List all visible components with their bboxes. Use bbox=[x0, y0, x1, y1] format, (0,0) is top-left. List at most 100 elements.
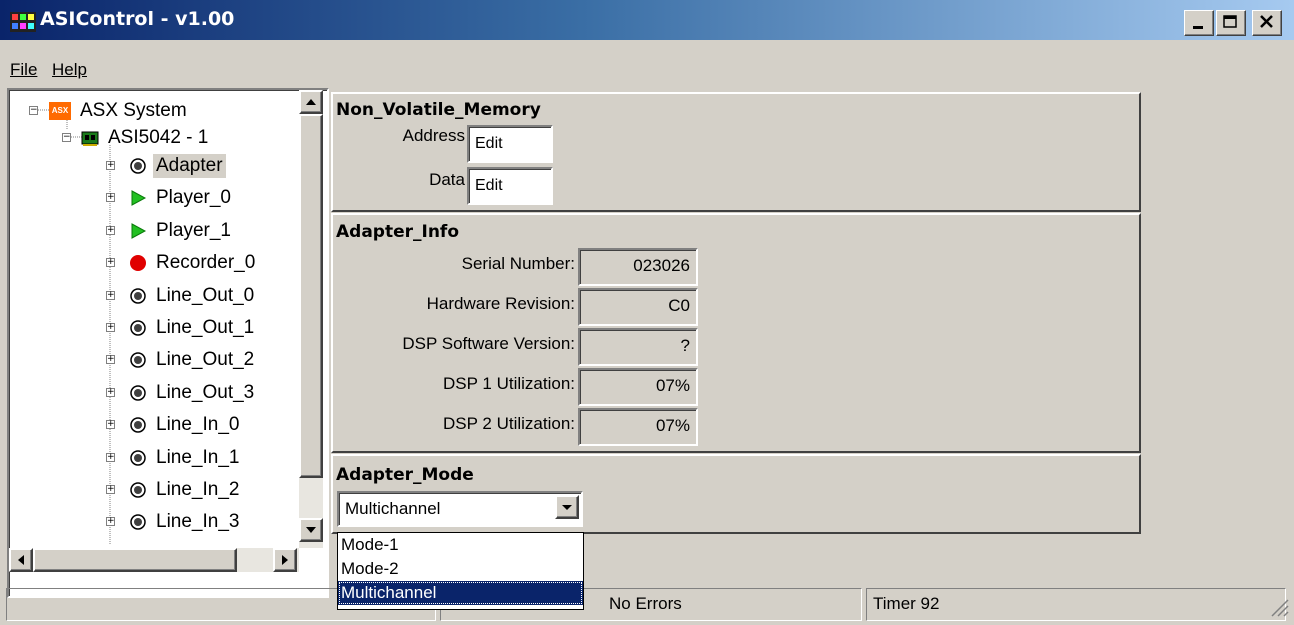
info-field-value: C0 bbox=[578, 288, 698, 326]
data-label: Data bbox=[429, 170, 465, 189]
menu-bar bbox=[0, 40, 1294, 78]
tree-node-label: Line_In_3 bbox=[156, 511, 240, 533]
tree-node-label: Line_Out_3 bbox=[156, 381, 255, 403]
tree-node-recorder_0[interactable]: Recorder_0 bbox=[129, 249, 258, 277]
expand-toggle[interactable]: + bbox=[106, 161, 115, 170]
address-field[interactable]: Edit bbox=[467, 125, 553, 163]
tree-node-line_out_0[interactable]: Line_Out_0 bbox=[129, 282, 257, 310]
circuit-board-icon bbox=[81, 131, 99, 146]
info-field-label: Serial Number: bbox=[461, 254, 575, 273]
tree-adapter[interactable]: ASI5042 - 1 bbox=[81, 124, 211, 152]
tree-node-line_in_3[interactable]: Line_In_3 bbox=[129, 508, 242, 536]
info-field-label: Hardware Revision: bbox=[426, 294, 575, 313]
tree-node-label: Line_In_1 bbox=[156, 446, 240, 468]
dropdown-option[interactable]: Mode-1 bbox=[338, 533, 583, 557]
play-icon bbox=[131, 190, 147, 207]
scroll-up-button[interactable] bbox=[299, 90, 323, 114]
scroll-left-button[interactable] bbox=[9, 548, 33, 572]
address-label: Address bbox=[402, 126, 465, 145]
expand-toggle[interactable]: + bbox=[106, 323, 115, 332]
info-field-label: DSP Software Version: bbox=[402, 334, 575, 353]
tree-node-label: Adapter bbox=[153, 154, 226, 178]
arrow-right-icon bbox=[282, 555, 288, 565]
expand-toggle[interactable]: + bbox=[106, 485, 115, 494]
tree-node-line_out_3[interactable]: Line_Out_3 bbox=[129, 379, 257, 407]
info-field-label: DSP 2 Utilization: bbox=[443, 414, 575, 433]
tree-node-line_in_1[interactable]: Line_In_1 bbox=[129, 444, 242, 472]
close-icon bbox=[1260, 15, 1273, 28]
menu-file[interactable]: File bbox=[10, 60, 37, 80]
window-title: ASIControl - v1.00 bbox=[40, 8, 235, 30]
minimize-icon bbox=[1193, 26, 1203, 29]
expand-toggle[interactable]: + bbox=[106, 517, 115, 527]
adapter-mode-title: Adapter_Mode bbox=[336, 465, 474, 485]
tree-root-label: ASX System bbox=[80, 100, 187, 121]
minimize-button[interactable] bbox=[1184, 10, 1214, 36]
chevron-down-icon bbox=[562, 505, 572, 510]
gear-icon bbox=[130, 482, 146, 498]
menu-help[interactable]: Help bbox=[52, 60, 87, 80]
tree-node-line_in_2[interactable]: Line_In_2 bbox=[129, 476, 242, 504]
collapse-toggle[interactable]: − bbox=[62, 133, 71, 142]
adapter-mode-dropdown-list: Mode-1 Mode-2 Multichannel bbox=[337, 532, 584, 610]
record-icon bbox=[130, 255, 146, 272]
gear-icon bbox=[130, 417, 146, 433]
gear-icon bbox=[130, 514, 146, 531]
resize-grip-icon[interactable] bbox=[1268, 596, 1290, 618]
info-field-value: 07% bbox=[578, 368, 698, 406]
expand-toggle[interactable]: + bbox=[106, 225, 115, 235]
asx-icon: ASX bbox=[49, 102, 71, 120]
hscroll-thumb[interactable] bbox=[33, 548, 237, 572]
nvm-title: Non_Volatile_Memory bbox=[336, 100, 541, 120]
tree-node-line_out_2[interactable]: Line_Out_2 bbox=[129, 346, 257, 374]
expand-toggle[interactable]: + bbox=[106, 258, 115, 268]
info-field-value: 07% bbox=[578, 408, 698, 446]
tree-node-line_in_0[interactable]: Line_In_0 bbox=[129, 411, 242, 439]
tree-adapter-label: ASI5042 - 1 bbox=[108, 127, 209, 148]
tree-root[interactable]: ASX ASX System bbox=[49, 97, 190, 125]
gear-icon bbox=[130, 158, 146, 174]
tree-vscrollbar[interactable] bbox=[299, 90, 323, 548]
status-timer: Timer 92 bbox=[866, 588, 1286, 621]
gear-icon bbox=[130, 385, 146, 401]
info-field-label: DSP 1 Utilization: bbox=[443, 374, 575, 393]
gear-icon bbox=[130, 449, 146, 466]
tree-node-label: Line_In_2 bbox=[156, 479, 240, 500]
tree-view[interactable]: − ASX ASX System − ASI5042 - 1 + Adapter +… bbox=[7, 88, 329, 598]
dropdown-option[interactable]: Mode-2 bbox=[338, 557, 583, 581]
tree-node-player_1[interactable]: Player_1 bbox=[129, 217, 234, 245]
scroll-thumb[interactable] bbox=[299, 114, 323, 478]
tree-node-adapter[interactable]: Adapter bbox=[129, 152, 226, 180]
tree-node-label: Line_Out_1 bbox=[156, 317, 255, 338]
tree-node-label: Line_Out_2 bbox=[156, 349, 255, 371]
expand-toggle[interactable]: + bbox=[106, 290, 115, 300]
arrow-left-icon bbox=[18, 555, 24, 565]
close-button[interactable] bbox=[1252, 10, 1282, 36]
scroll-right-button[interactable] bbox=[273, 548, 297, 572]
expand-toggle[interactable]: + bbox=[106, 420, 115, 430]
maximize-icon bbox=[1223, 15, 1237, 28]
arrow-up-icon bbox=[306, 99, 316, 105]
tree-node-line_out_1[interactable]: Line_Out_1 bbox=[129, 314, 257, 342]
tree-hscrollbar[interactable] bbox=[9, 548, 299, 572]
expand-toggle[interactable]: + bbox=[106, 355, 115, 365]
expand-toggle[interactable]: + bbox=[106, 452, 115, 462]
tree-node-label: Recorder_0 bbox=[156, 252, 256, 274]
dropdown-option-highlighted[interactable]: Multichannel bbox=[338, 581, 583, 605]
expand-toggle[interactable]: + bbox=[106, 387, 115, 397]
scroll-down-button[interactable] bbox=[299, 518, 323, 542]
collapse-toggle[interactable]: − bbox=[29, 106, 38, 115]
dropdown-button[interactable] bbox=[555, 495, 579, 519]
adapter-info-title: Adapter_Info bbox=[336, 222, 460, 242]
info-field-value: 023026 bbox=[578, 248, 698, 286]
adapter-mode-select[interactable]: Multichannel bbox=[337, 491, 583, 527]
info-field-value: ? bbox=[578, 328, 698, 366]
play-icon bbox=[131, 222, 147, 239]
data-field[interactable]: Edit bbox=[467, 167, 553, 205]
arrow-down-icon bbox=[306, 527, 316, 533]
maximize-button[interactable] bbox=[1216, 10, 1246, 36]
tree-node-player_0[interactable]: Player_0 bbox=[129, 184, 234, 212]
adapter-mode-selected: Multichannel bbox=[345, 499, 441, 518]
expand-toggle[interactable]: + bbox=[106, 193, 115, 203]
gear-icon bbox=[130, 287, 146, 304]
